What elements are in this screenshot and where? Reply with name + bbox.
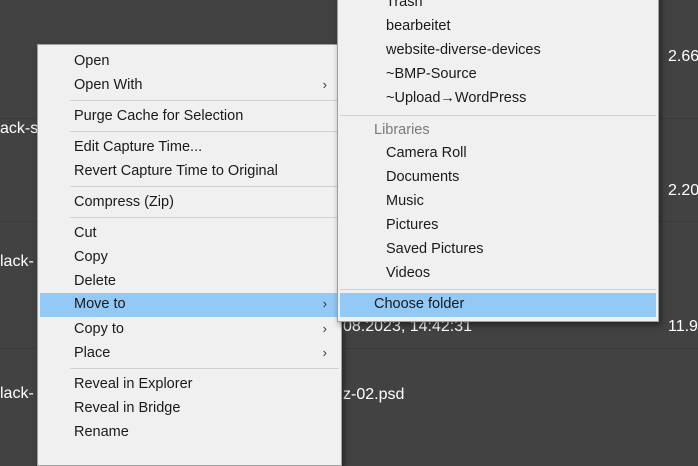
menu-item-label: Rename [74, 424, 129, 440]
menu-separator [70, 217, 339, 218]
file-name-fragment[interactable]: lack- [0, 253, 34, 271]
libraries-header: Libraries [374, 122, 430, 138]
menu-item-label: Open [74, 53, 110, 69]
menu-item-cut[interactable]: Cut [40, 222, 339, 246]
context-menu: Open Open With › Purge Cache for Selectio… [37, 44, 342, 466]
submenu-item-folder[interactable]: website-diverse-devices [340, 39, 656, 63]
move-to-submenu: Trash bearbeitet website-diverse-devices… [337, 0, 659, 322]
menu-item-label: Trash [386, 0, 423, 10]
menu-item-edit-capture-time[interactable]: Edit Capture Time... [40, 136, 339, 160]
menu-item-label: Copy to [74, 321, 124, 337]
submenu-item-folder[interactable]: ~BMP-Source [340, 63, 656, 87]
menu-item-label: Open With [74, 77, 143, 93]
menu-separator [70, 368, 339, 369]
submenu-item-library[interactable]: Music [340, 190, 656, 214]
menu-separator [70, 131, 339, 132]
menu-item-copy-to[interactable]: Copy to › [40, 318, 339, 342]
menu-item-label: Saved Pictures [386, 241, 484, 257]
chevron-right-icon: › [322, 296, 327, 311]
file-size: 11.9 [668, 318, 698, 335]
menu-separator [340, 115, 656, 116]
menu-item-copy[interactable]: Copy [40, 246, 339, 270]
submenu-item-library[interactable]: Pictures [340, 214, 656, 238]
menu-separator [340, 289, 656, 290]
menu-item-rename[interactable]: Rename [40, 421, 339, 445]
menu-item-label: Videos [386, 265, 431, 281]
choose-folder-button[interactable]: Choose folder [340, 293, 656, 317]
menu-item-label: Place [74, 345, 111, 361]
menu-item-label: Move to [74, 296, 126, 312]
menu-item-reveal-in-bridge[interactable]: Reveal in Bridge [40, 397, 339, 421]
chevron-right-icon: › [322, 345, 327, 360]
file-size: 2.66 [668, 48, 698, 65]
menu-item-delete[interactable]: Delete [40, 270, 339, 294]
menu-item-label: ~BMP-Source [386, 66, 477, 82]
menu-item-reveal-in-explorer[interactable]: Reveal in Explorer [40, 373, 339, 397]
submenu-item-folder[interactable]: bearbeitet [340, 15, 656, 39]
menu-item-place[interactable]: Place › [40, 342, 339, 366]
menu-item-open-with[interactable]: Open With › [40, 74, 339, 98]
submenu-item-library[interactable]: Documents [340, 166, 656, 190]
menu-item-label: Edit Capture Time... [74, 139, 203, 155]
menu-item-label: Copy [74, 249, 108, 265]
menu-item-label: bearbeitet [386, 18, 451, 34]
submenu-item-folder[interactable]: ~Upload→WordPress [340, 87, 656, 111]
submenu-item-library[interactable]: Camera Roll [340, 142, 656, 166]
menu-item-label: Purge Cache for Selection [74, 108, 244, 124]
chevron-right-icon: › [322, 321, 327, 336]
submenu-item-folder[interactable]: Trash [340, 0, 656, 15]
menu-item-label: website-diverse-devices [386, 42, 541, 58]
submenu-item-library[interactable]: Saved Pictures [340, 238, 656, 262]
menu-item-open[interactable]: Open [40, 50, 339, 74]
menu-item-label: Documents [386, 169, 460, 185]
menu-item-move-to[interactable]: Move to › [40, 293, 339, 317]
menu-separator [70, 186, 339, 187]
menu-item-purge-cache[interactable]: Purge Cache for Selection [40, 105, 339, 129]
file-name-fragment[interactable]: z-02.psd [343, 386, 404, 404]
submenu-item-library[interactable]: Videos [340, 262, 656, 286]
chevron-right-icon: › [322, 77, 327, 92]
menu-item-label: Camera Roll [386, 145, 467, 161]
file-size: 2.20 [668, 182, 698, 199]
menu-item-label: ~Upload→WordPress [386, 90, 527, 106]
menu-item-label: Music [386, 193, 424, 209]
menu-item-label: Choose folder [374, 296, 465, 312]
menu-item-label: Reveal in Bridge [74, 400, 181, 416]
menu-item-label: Cut [74, 225, 97, 241]
menu-separator [70, 100, 339, 101]
menu-item-label: Reveal in Explorer [74, 376, 193, 392]
menu-item-label: Pictures [386, 217, 439, 233]
menu-item-revert-capture-time[interactable]: Revert Capture Time to Original [40, 160, 339, 184]
menu-item-label: Compress (Zip) [74, 194, 174, 210]
menu-item-label: Delete [74, 273, 116, 289]
menu-item-compress-zip[interactable]: Compress (Zip) [40, 191, 339, 215]
menu-item-label: Revert Capture Time to Original [74, 163, 278, 179]
file-name-fragment[interactable]: ack-s [0, 120, 38, 138]
file-name-fragment[interactable]: lack- [0, 385, 34, 403]
